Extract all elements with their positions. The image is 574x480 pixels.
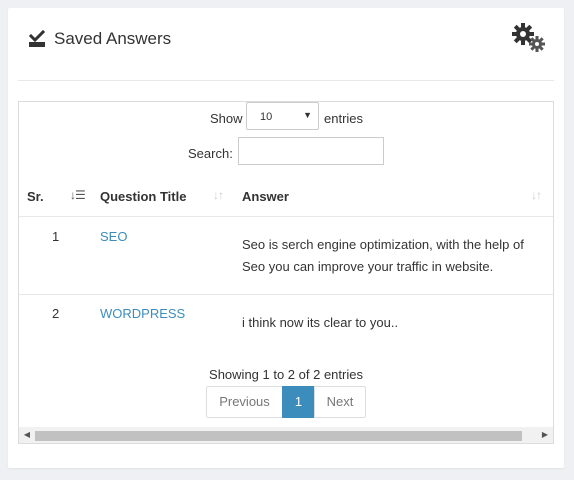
scroll-right-icon[interactable]: ▶ <box>539 429 551 441</box>
answer-line: Seo you can improve your traffic in webs… <box>242 259 494 274</box>
entries-per-page-value: 10 <box>260 111 273 123</box>
table-row: 1 SEO Seo is serch engine optimization, … <box>19 216 553 295</box>
sort-both-icon[interactable]: ↓↑ <box>213 188 224 202</box>
column-header-answer[interactable]: Answer <box>242 189 289 204</box>
previous-page-button[interactable]: Previous <box>206 386 283 418</box>
scroll-left-icon[interactable]: ◀ <box>21 429 33 441</box>
search-label: Search: <box>188 146 233 161</box>
length-control: Show 10 ▼ entries <box>19 102 553 132</box>
check-tray-icon <box>28 30 46 47</box>
answer-line: i think now its clear to you.. <box>242 315 399 330</box>
search-input[interactable] <box>238 137 384 165</box>
panel-header: Saved Answers <box>8 8 564 74</box>
length-suffix: entries <box>324 111 364 126</box>
question-title-link[interactable]: SEO <box>100 229 127 244</box>
cell-answer: i think now its clear to you.. <box>242 312 542 334</box>
gears-icon[interactable] <box>511 22 547 54</box>
cell-sr: 2 <box>52 306 60 321</box>
length-label: Show <box>210 111 243 126</box>
next-page-button[interactable]: Next <box>314 386 366 418</box>
answers-table-wrapper: Show 10 ▼ entries Search: Sr. Question T… <box>18 101 554 444</box>
table-info: Showing 1 to 2 of 2 entries <box>209 367 363 382</box>
cell-answer: Seo is serch engine optimization, with t… <box>242 234 542 278</box>
column-header-sr[interactable]: Sr. <box>27 189 44 204</box>
table-header-row: Sr. Question Title Answer <box>19 180 553 217</box>
table-row: 2 WORDPRESS i think now its clear to you… <box>19 295 553 347</box>
page-1-button[interactable]: 1 <box>282 386 315 418</box>
panel-title: Saved Answers <box>54 29 172 48</box>
sort-both-icon[interactable]: ↓↑ <box>531 188 542 202</box>
entries-per-page-select[interactable]: 10 ▼ <box>246 102 319 130</box>
question-title-link[interactable]: WORDPRESS <box>100 306 185 321</box>
saved-answers-panel: Saved Answers Show 10 ▼ entries Search: … <box>8 8 564 468</box>
answer-line: Seo is serch engine optimization, with t… <box>242 237 524 252</box>
column-header-question-title[interactable]: Question Title <box>100 189 186 204</box>
caret-down-icon: ▼ <box>303 110 312 120</box>
scrollbar-thumb[interactable] <box>35 431 522 441</box>
header-divider <box>18 80 554 81</box>
horizontal-scrollbar[interactable]: ◀ ▶ <box>19 427 553 443</box>
cell-sr: 1 <box>52 229 60 244</box>
sort-ascending-icon[interactable]: ↓☰ <box>70 188 86 202</box>
